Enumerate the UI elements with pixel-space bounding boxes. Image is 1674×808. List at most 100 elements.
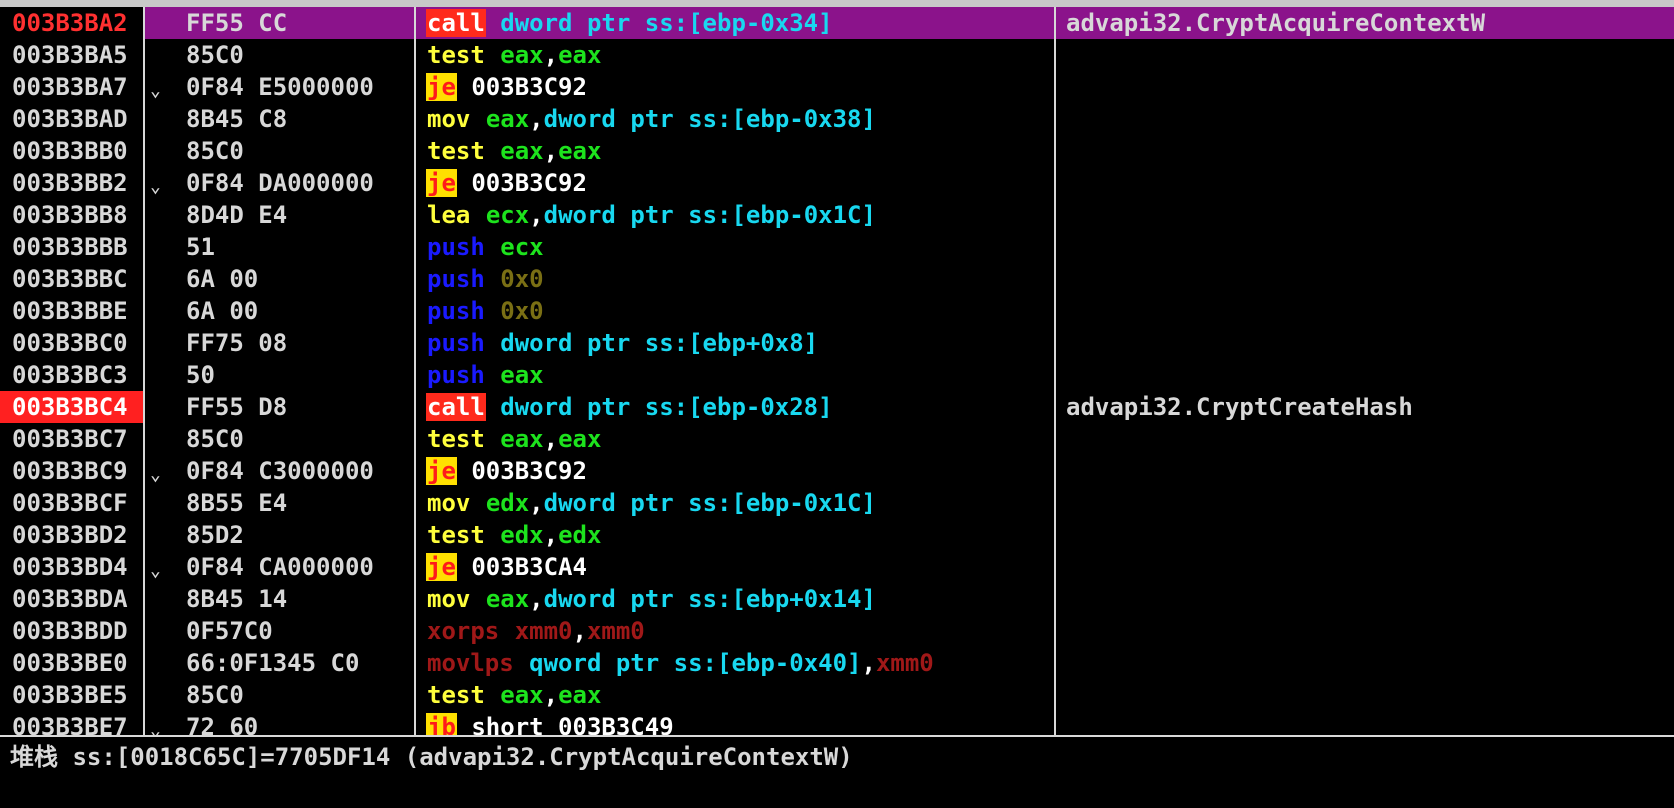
instruction-cell[interactable]: test eax,eax bbox=[426, 39, 1054, 71]
bytes-cell[interactable]: 66:0F1345 C0 bbox=[186, 647, 414, 679]
address-cell[interactable]: 003B3BC4 bbox=[0, 391, 143, 423]
address-cell[interactable]: 003B3BC7 bbox=[0, 423, 143, 455]
disasm-row[interactable]: 003B3BBC 6A 00 push 0x0 bbox=[0, 263, 1674, 295]
address-cell[interactable]: 003B3BA5 bbox=[0, 39, 143, 71]
comment-cell[interactable] bbox=[1066, 199, 1666, 231]
instruction-cell[interactable]: mov edx,dword ptr ss:[ebp-0x1C] bbox=[426, 487, 1054, 519]
disasm-row[interactable]: 003B3BBB 51 push ecx bbox=[0, 231, 1674, 263]
address-cell[interactable]: 003B3BDD bbox=[0, 615, 143, 647]
instruction-cell[interactable]: push 0x0 bbox=[426, 263, 1054, 295]
disasm-row[interactable]: 003B3BE5 85C0 test eax,eax bbox=[0, 679, 1674, 711]
instruction-cell[interactable]: push dword ptr ss:[ebp+0x8] bbox=[426, 327, 1054, 359]
instruction-cell[interactable]: je 003B3CA4 bbox=[426, 551, 1054, 583]
disasm-row[interactable]: 003B3BC7 85C0 test eax,eax bbox=[0, 423, 1674, 455]
comment-cell[interactable] bbox=[1066, 679, 1666, 711]
address-cell[interactable]: 003B3BE0 bbox=[0, 647, 143, 679]
comment-cell[interactable] bbox=[1066, 615, 1666, 647]
comment-cell[interactable] bbox=[1066, 167, 1666, 199]
instruction-cell[interactable]: lea ecx,dword ptr ss:[ebp-0x1C] bbox=[426, 199, 1054, 231]
disasm-row[interactable]: 003B3BC0 FF75 08 push dword ptr ss:[ebp+0x… bbox=[0, 327, 1674, 359]
address-cell[interactable]: 003B3BBC bbox=[0, 263, 143, 295]
comment-cell[interactable] bbox=[1066, 103, 1666, 135]
comment-cell[interactable] bbox=[1066, 711, 1666, 735]
column-separator-instruction[interactable] bbox=[1054, 7, 1056, 735]
address-cell[interactable]: 003B3BA2 bbox=[0, 7, 143, 39]
comment-cell[interactable] bbox=[1066, 135, 1666, 167]
column-separator-bytes[interactable] bbox=[414, 7, 416, 735]
address-cell[interactable]: 003B3BAD bbox=[0, 103, 143, 135]
disasm-row[interactable]: 003B3BC4 FF55 D8 call dword ptr ss:[ebp-0x… bbox=[0, 391, 1674, 423]
instruction-cell[interactable]: je 003B3C92 bbox=[426, 167, 1054, 199]
disasm-row[interactable]: 003B3BCF 8B55 E4 mov edx,dword ptr ss:[ebp… bbox=[0, 487, 1674, 519]
disasm-row[interactable]: 003B3BA5 85C0 test eax,eax bbox=[0, 39, 1674, 71]
bytes-cell[interactable]: 8B55 E4 bbox=[186, 487, 414, 519]
instruction-cell[interactable]: test edx,edx bbox=[426, 519, 1054, 551]
bytes-cell[interactable]: 85C0 bbox=[186, 39, 414, 71]
instruction-cell[interactable]: je 003B3C92 bbox=[426, 455, 1054, 487]
comment-cell[interactable] bbox=[1066, 295, 1666, 327]
comment-cell[interactable] bbox=[1066, 519, 1666, 551]
instruction-cell[interactable]: call dword ptr ss:[ebp-0x34] bbox=[426, 7, 1054, 39]
instruction-cell[interactable]: xorps xmm0,xmm0 bbox=[426, 615, 1054, 647]
disasm-row[interactable]: 003B3BDD 0F57C0 xorps xmm0,xmm0 bbox=[0, 615, 1674, 647]
disasm-row[interactable]: 003B3BC3 50 push eax bbox=[0, 359, 1674, 391]
instruction-cell[interactable]: movlps qword ptr ss:[ebp-0x40],xmm0 bbox=[426, 647, 1054, 679]
disasm-row[interactable]: 003B3BE7 ⌄ 72 60 jb short 003B3C49 bbox=[0, 711, 1674, 735]
bytes-cell[interactable]: 0F57C0 bbox=[186, 615, 414, 647]
address-cell[interactable]: 003B3BB0 bbox=[0, 135, 143, 167]
bytes-cell[interactable]: 51 bbox=[186, 231, 414, 263]
bytes-cell[interactable]: 0F84 CA000000 bbox=[186, 551, 414, 583]
comment-cell[interactable] bbox=[1066, 71, 1666, 103]
disasm-row[interactable]: 003B3BE0 66:0F1345 C0 movlps qword ptr ss:… bbox=[0, 647, 1674, 679]
instruction-cell[interactable]: test eax,eax bbox=[426, 679, 1054, 711]
address-cell[interactable]: 003B3BBE bbox=[0, 295, 143, 327]
comment-cell[interactable] bbox=[1066, 231, 1666, 263]
comment-cell[interactable] bbox=[1066, 583, 1666, 615]
bytes-cell[interactable]: FF75 08 bbox=[186, 327, 414, 359]
address-cell[interactable]: 003B3BE5 bbox=[0, 679, 143, 711]
disasm-row[interactable]: 003B3BB0 85C0 test eax,eax bbox=[0, 135, 1674, 167]
comment-cell[interactable] bbox=[1066, 423, 1666, 455]
bytes-cell[interactable]: 8B45 14 bbox=[186, 583, 414, 615]
instruction-cell[interactable]: test eax,eax bbox=[426, 423, 1054, 455]
address-cell[interactable]: 003B3BB8 bbox=[0, 199, 143, 231]
bytes-cell[interactable]: 0F84 DA000000 bbox=[186, 167, 414, 199]
bytes-cell[interactable]: 0F84 E5000000 bbox=[186, 71, 414, 103]
address-cell[interactable]: 003B3BC3 bbox=[0, 359, 143, 391]
instruction-cell[interactable]: test eax,eax bbox=[426, 135, 1054, 167]
bytes-cell[interactable]: 6A 00 bbox=[186, 263, 414, 295]
disasm-row[interactable]: 003B3BB8 8D4D E4 lea ecx,dword ptr ss:[ebp… bbox=[0, 199, 1674, 231]
comment-cell[interactable]: advapi32.CryptCreateHash bbox=[1066, 391, 1666, 423]
instruction-cell[interactable]: jb short 003B3C49 bbox=[426, 711, 1054, 735]
address-cell[interactable]: 003B3BC0 bbox=[0, 327, 143, 359]
address-cell[interactable]: 003B3BE7 bbox=[0, 711, 143, 735]
column-separator-address[interactable] bbox=[143, 7, 145, 735]
disasm-row[interactable]: 003B3BAD 8B45 C8 mov eax,dword ptr ss:[ebp… bbox=[0, 103, 1674, 135]
comment-cell[interactable] bbox=[1066, 487, 1666, 519]
bytes-cell[interactable]: 8B45 C8 bbox=[186, 103, 414, 135]
comment-cell[interactable] bbox=[1066, 551, 1666, 583]
address-cell[interactable]: 003B3BDA bbox=[0, 583, 143, 615]
disasm-row[interactable]: 003B3BA2 FF55 CC call dword ptr ss:[ebp-0x… bbox=[0, 7, 1674, 39]
comment-cell[interactable] bbox=[1066, 327, 1666, 359]
disasm-row[interactable]: 003B3BA7 ⌄ 0F84 E5000000 je 003B3C92 bbox=[0, 71, 1674, 103]
bytes-cell[interactable]: 8D4D E4 bbox=[186, 199, 414, 231]
bytes-cell[interactable]: FF55 CC bbox=[186, 7, 414, 39]
comment-cell[interactable] bbox=[1066, 359, 1666, 391]
disasm-row[interactable]: 003B3BD2 85D2 test edx,edx bbox=[0, 519, 1674, 551]
bytes-cell[interactable]: 85C0 bbox=[186, 679, 414, 711]
instruction-cell[interactable]: push ecx bbox=[426, 231, 1054, 263]
disasm-row[interactable]: 003B3BC9 ⌄ 0F84 C3000000 je 003B3C92 bbox=[0, 455, 1674, 487]
bytes-cell[interactable]: 50 bbox=[186, 359, 414, 391]
comment-cell[interactable]: advapi32.CryptAcquireContextW bbox=[1066, 7, 1666, 39]
address-cell[interactable]: 003B3BCF bbox=[0, 487, 143, 519]
address-cell[interactable]: 003B3BD4 bbox=[0, 551, 143, 583]
bytes-cell[interactable]: 85C0 bbox=[186, 135, 414, 167]
comment-cell[interactable] bbox=[1066, 647, 1666, 679]
instruction-cell[interactable]: mov eax,dword ptr ss:[ebp+0x14] bbox=[426, 583, 1054, 615]
disasm-row[interactable]: 003B3BD4 ⌄ 0F84 CA000000 je 003B3CA4 bbox=[0, 551, 1674, 583]
bytes-cell[interactable]: 85D2 bbox=[186, 519, 414, 551]
bytes-cell[interactable]: 0F84 C3000000 bbox=[186, 455, 414, 487]
comment-cell[interactable] bbox=[1066, 263, 1666, 295]
comment-cell[interactable] bbox=[1066, 39, 1666, 71]
